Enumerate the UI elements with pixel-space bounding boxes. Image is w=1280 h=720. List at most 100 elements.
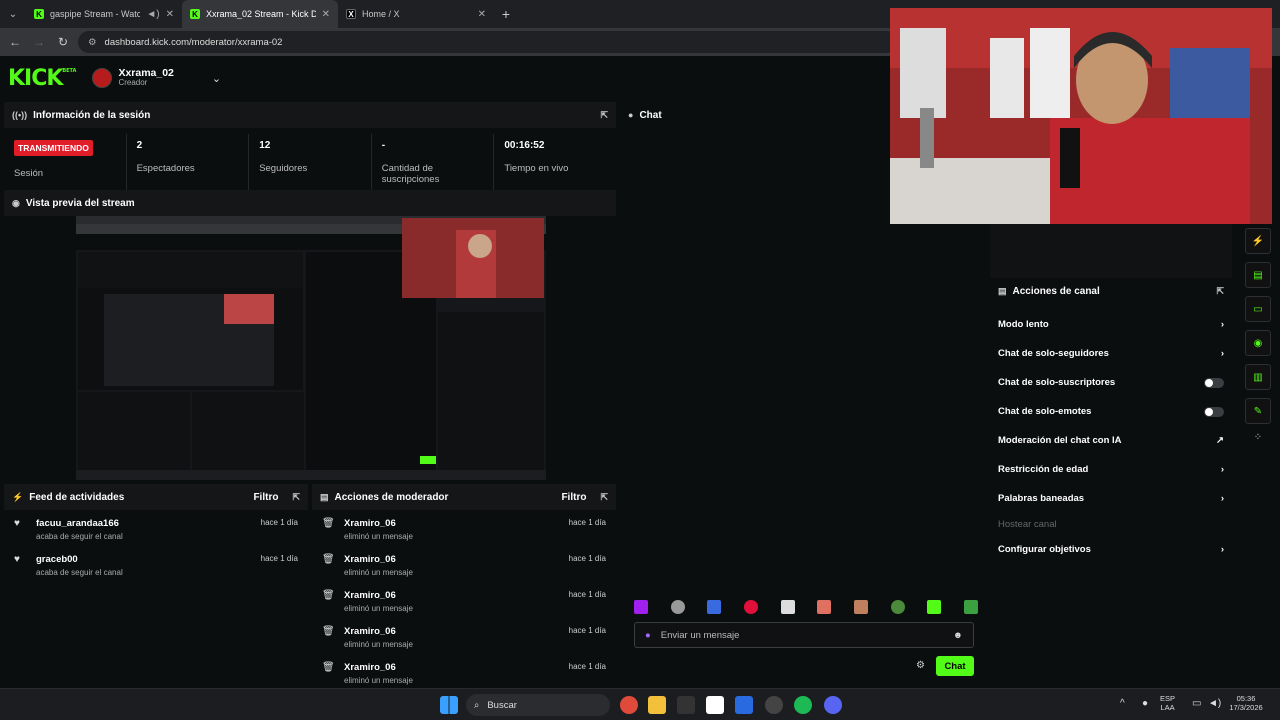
language-layout: LAA <box>1160 702 1175 712</box>
emote-icon[interactable] <box>634 600 648 614</box>
browser-tab-3[interactable]: X Home / X ✕ <box>338 0 494 28</box>
new-tab-button[interactable]: + <box>494 6 518 22</box>
broadcast-icon[interactable]: ◉ <box>1245 330 1271 356</box>
emotes-only-toggle[interactable] <box>1204 406 1224 417</box>
tab-search-icon[interactable]: ⌄ <box>0 0 26 28</box>
emote-icon[interactable] <box>780 600 795 614</box>
back-icon[interactable]: ← <box>6 35 24 49</box>
mod-username[interactable]: Xramiro_06 <box>344 662 561 673</box>
list-item: 🗑 Xramiro_06 eliminó un mensaje hace 1 dí… <box>312 510 616 546</box>
emoji-icon[interactable]: ☻ <box>953 630 963 641</box>
close-tab-icon[interactable]: ✕ <box>322 9 330 20</box>
popout-icon[interactable]: ⇱ <box>292 492 300 503</box>
app-icon[interactable] <box>677 696 695 714</box>
emote-icon[interactable] <box>890 600 905 614</box>
feed-username[interactable]: facuu_arandaa166 <box>36 518 253 529</box>
mod-username[interactable]: Xramiro_06 <box>344 554 561 565</box>
microphone-icon[interactable]: ● <box>1142 698 1148 709</box>
emote-icon[interactable] <box>707 600 722 614</box>
chat-input[interactable]: ● Enviar un mensaje ☻ <box>634 622 974 648</box>
action-label: Modo lento <box>998 319 1049 330</box>
emote-icon[interactable] <box>927 600 942 614</box>
browser-tab-1[interactable]: K gaspipe Stream - Watch Li ◄) ✕ <box>26 0 182 28</box>
mod-username[interactable]: Xramiro_06 <box>344 626 561 637</box>
action-ai-moderation[interactable]: Moderación del chat con IA ↗ <box>990 426 1232 455</box>
url-text: dashboard.kick.com/moderator/xxrama-02 <box>104 36 283 48</box>
reload-icon[interactable]: ↻ <box>54 35 72 49</box>
trash-icon: 🗑 <box>322 626 335 637</box>
language-indicator[interactable]: ESP LAA <box>1160 694 1175 712</box>
mod-username[interactable]: Xramiro_06 <box>344 518 561 529</box>
close-tab-icon[interactable]: ✕ <box>166 9 174 20</box>
file-explorer-icon[interactable] <box>648 696 666 714</box>
spotify-icon[interactable] <box>794 696 812 714</box>
action-subscribers-only[interactable]: Chat de solo-suscriptores <box>990 368 1232 397</box>
action-followers-only[interactable]: Chat de solo-seguidores › <box>990 339 1232 368</box>
action-age-restriction[interactable]: Restricción de edad › <box>990 455 1232 484</box>
site-info-icon[interactable]: ⚙ <box>88 37 97 48</box>
quick-actions-sidebar: ⚡ ▤ ▭ ◉ ▥ ✎ ⁘ <box>1245 228 1273 443</box>
emote-icon[interactable] <box>743 600 758 614</box>
popout-icon[interactable]: ⇱ <box>1216 286 1224 297</box>
clock[interactable]: 05:36 17/3/2026 <box>1224 694 1268 712</box>
filter-button[interactable]: Filtro <box>561 492 586 503</box>
user-block[interactable]: Xxrama_02 Creador <box>118 67 173 88</box>
forward-icon[interactable]: → <box>30 35 48 49</box>
windows-start-icon[interactable] <box>440 696 458 714</box>
list-item: 🗑 Xramiro_06 eliminó un mensaje hace 1 dí… <box>312 618 616 654</box>
chat-send-button[interactable]: Chat <box>936 656 974 676</box>
feed-username[interactable]: graceb00 <box>36 554 253 565</box>
kick-logo[interactable]: KICK BETA <box>8 66 76 91</box>
emote-icon[interactable] <box>963 600 978 614</box>
browser-tab-2[interactable]: K Xxrama_02 Stream - Kick Dashb ✕ <box>182 0 338 28</box>
emote-icon[interactable] <box>670 600 685 614</box>
mod-username[interactable]: Xramiro_06 <box>344 590 561 601</box>
url-field[interactable]: ⚙ dashboard.kick.com/moderator/xxrama-02 <box>78 31 898 53</box>
action-emotes-only[interactable]: Chat de solo-emotes <box>990 397 1232 426</box>
volume-icon[interactable]: ◄) <box>1208 698 1221 709</box>
chevron-up-icon[interactable]: ^ <box>1120 698 1125 709</box>
bolt-icon[interactable]: ⚡ <box>1245 228 1271 254</box>
action-label: Hostear canal <box>998 518 1057 530</box>
app-icon[interactable] <box>735 696 753 714</box>
action-banned-words[interactable]: Palabras baneadas › <box>990 484 1232 513</box>
obs-icon[interactable] <box>765 696 783 714</box>
close-tab-icon[interactable]: ✕ <box>478 9 486 20</box>
stat-session: TRANSMITIENDO Sesión <box>4 134 127 192</box>
popout-icon[interactable]: ⇱ <box>600 492 608 503</box>
session-info-header: ((•)) Información de la sesión ⇱ <box>4 102 616 128</box>
chat-bubble-icon[interactable]: ▭ <box>1245 296 1271 322</box>
mod-action-text: eliminó un mensaje <box>344 568 413 577</box>
taskbar-search-label: Buscar <box>487 699 517 711</box>
chevron-down-icon[interactable]: ⌄ <box>212 72 221 85</box>
chrome-icon[interactable] <box>620 696 638 714</box>
stream-preview-video[interactable] <box>76 216 546 480</box>
wrench-icon[interactable]: ✎ <box>1245 398 1271 424</box>
eye-icon: ◉ <box>12 197 20 208</box>
action-configure-goals[interactable]: Configurar objetivos › <box>990 535 1232 564</box>
x-favicon-icon: X <box>346 9 356 19</box>
microphone-icon[interactable]: ● <box>645 630 651 641</box>
layout-icon[interactable]: ▥ <box>1245 364 1271 390</box>
subscribers-only-toggle[interactable] <box>1204 377 1224 388</box>
kick-favicon-icon: K <box>34 9 44 19</box>
popout-icon[interactable]: ⇱ <box>600 110 608 121</box>
discord-icon[interactable] <box>824 696 842 714</box>
action-label: Restricción de edad <box>998 464 1089 475</box>
capcut-icon[interactable] <box>706 696 724 714</box>
more-icon[interactable]: ⁘ <box>1245 432 1271 443</box>
emote-icon[interactable] <box>817 600 832 614</box>
audio-icon[interactable]: ◄) <box>146 9 159 20</box>
stat-value: 2 <box>136 140 143 151</box>
session-stats: TRANSMITIENDO Sesión 2 Espectadores 12 S… <box>4 134 616 192</box>
clipboard-icon[interactable]: ▤ <box>1245 262 1271 288</box>
filter-button[interactable]: Filtro <box>253 492 278 503</box>
live-badge: TRANSMITIENDO <box>14 140 93 156</box>
emote-icon[interactable] <box>853 600 868 614</box>
stream-preview-image <box>76 216 546 480</box>
taskbar-search[interactable]: ⌕ Buscar <box>466 694 610 716</box>
chat-settings-icon[interactable]: ⚙ <box>916 660 925 671</box>
action-slow-mode[interactable]: Modo lento › <box>990 310 1232 339</box>
network-icon[interactable]: ▭ <box>1192 698 1201 709</box>
list-item: 🗑 Xramiro_06 eliminó un mensaje hace 1 dí… <box>312 546 616 582</box>
